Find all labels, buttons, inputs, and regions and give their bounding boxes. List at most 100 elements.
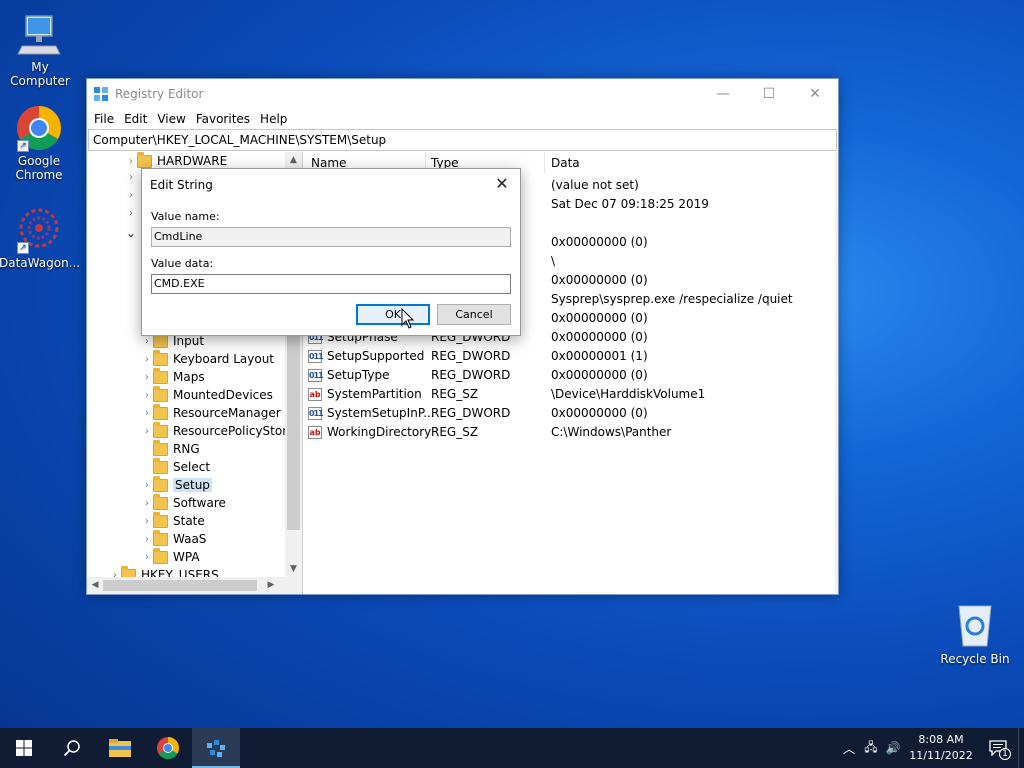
title-bar[interactable]: Registry Editor — ☐ ✕: [87, 79, 838, 109]
tree-item-rng[interactable]: RNG: [141, 439, 200, 458]
chevron-right-icon[interactable]: ›: [125, 190, 137, 201]
value-data: \Device\HarddiskVolume1: [551, 387, 706, 401]
values-vertical-scrollbar[interactable]: [835, 152, 838, 594]
menu-help[interactable]: Help: [255, 112, 292, 126]
tree-item-setup[interactable]: › Setup: [141, 475, 212, 494]
chevron-down-icon[interactable]: ⌄: [125, 226, 137, 240]
address-bar[interactable]: Computer\HKEY_LOCAL_MACHINE\SYSTEM\Setup: [88, 129, 837, 151]
tree-item-select[interactable]: Select: [141, 457, 210, 476]
recycle-bin-icon: [951, 602, 999, 650]
chevron-right-icon[interactable]: ›: [141, 426, 153, 437]
action-center-button[interactable]: 1: [978, 728, 1018, 768]
value-row-setupsupported[interactable]: 011 SetupSupported REG_DWORD 0x00000001 …: [303, 347, 838, 366]
chevron-right-icon[interactable]: ›: [141, 516, 153, 527]
value-row-setuptype[interactable]: 011 SetupType REG_DWORD 0x00000000 (0): [303, 366, 838, 385]
value-data-label: Value data:: [151, 257, 214, 270]
chevron-right-icon[interactable]: ›: [141, 372, 153, 383]
dialog-close-icon[interactable]: ✕: [492, 174, 512, 194]
value-name-field[interactable]: CmdLine: [151, 227, 511, 247]
scroll-right-arrow-icon[interactable]: ▶: [263, 577, 279, 594]
clock[interactable]: 8:08 AM 11/11/2022: [904, 732, 978, 764]
value-data: (value not set): [551, 178, 639, 192]
minimize-button[interactable]: —: [700, 79, 746, 109]
value-row-workingdirectory[interactable]: ab WorkingDirectory REG_SZ C:\Windows\Pa…: [303, 423, 838, 442]
taskbar-chrome[interactable]: [144, 728, 192, 768]
tree-item-resourcepolicystore[interactable]: › ResourcePolicyStore: [141, 421, 285, 440]
value-name: SetupType: [327, 368, 390, 382]
taskbar-file-explorer[interactable]: [96, 728, 144, 768]
show-desktop-button[interactable]: [1018, 728, 1024, 768]
chevron-right-icon[interactable]: ›: [141, 534, 153, 545]
tree-item-waas[interactable]: › WaaS: [141, 529, 207, 548]
dialog-title: Edit String: [150, 177, 213, 192]
value-data: Sat Dec 07 09:18:25 2019: [551, 197, 709, 211]
dialog-title-bar[interactable]: Edit String: [142, 169, 520, 200]
chevron-up-icon[interactable]: ︿: [838, 740, 860, 757]
tree-item-wpa[interactable]: › WPA: [141, 547, 200, 566]
tree-item-label: WaaS: [173, 532, 207, 546]
network-icon[interactable]: 🖧: [860, 738, 882, 759]
scroll-down-arrow-icon[interactable]: ▼: [285, 561, 302, 577]
maximize-button[interactable]: ☐: [746, 79, 792, 109]
chevron-right-icon[interactable]: ›: [141, 336, 153, 347]
edit-string-dialog: Edit String ✕ Value name: CmdLine Value …: [141, 168, 521, 336]
ok-button[interactable]: OK: [356, 304, 430, 325]
menu-file[interactable]: File: [89, 112, 119, 126]
tree-item-label: HARDWARE: [157, 154, 228, 168]
desktop-icon-recycle-bin[interactable]: Recycle Bin: [935, 602, 1015, 666]
chevron-right-icon[interactable]: ›: [141, 480, 153, 491]
folder-icon: [153, 367, 168, 384]
chevron-right-icon[interactable]: ›: [141, 498, 153, 509]
scroll-up-arrow-icon[interactable]: ▲: [285, 152, 302, 168]
chrome-icon: [157, 737, 179, 759]
volume-icon[interactable]: 🔊: [882, 741, 904, 755]
tree-item-resourcemanager[interactable]: › ResourceManager: [141, 403, 281, 422]
value-name: WorkingDirectory: [327, 425, 432, 439]
menu-edit[interactable]: Edit: [119, 112, 152, 126]
value-data: 0x00000000 (0): [551, 368, 648, 382]
registry-editor-icon: [93, 86, 109, 102]
value-row-systempartition[interactable]: ab SystemPartition REG_SZ \Device\Harddi…: [303, 385, 838, 404]
chevron-right-icon[interactable]: ›: [125, 208, 137, 219]
folder-icon: [153, 421, 168, 438]
value-data-field[interactable]: CMD.EXE: [151, 274, 511, 294]
chevron-right-icon[interactable]: ›: [141, 552, 153, 563]
column-header-data[interactable]: Data: [551, 156, 580, 170]
tree-item-mounteddevices[interactable]: › MountedDevices: [141, 385, 273, 404]
scrollbar-thumb[interactable]: [103, 580, 257, 591]
folder-icon: [137, 152, 152, 168]
chevron-right-icon[interactable]: ›: [109, 570, 121, 578]
tree-item-keyboard-layout[interactable]: › Keyboard Layout: [141, 349, 275, 368]
start-button[interactable]: [0, 728, 48, 768]
tree-item-hkey-users[interactable]: › HKEY_USERS: [109, 565, 219, 578]
tree-item-software[interactable]: › Software: [141, 493, 226, 512]
tree-item-label: MountedDevices: [173, 388, 273, 402]
tree-item-state[interactable]: › State: [141, 511, 205, 530]
chevron-right-icon[interactable]: ›: [125, 156, 137, 167]
tree-horizontal-scrollbar[interactable]: ◀ ▶: [87, 577, 302, 594]
chevron-right-icon[interactable]: ›: [141, 390, 153, 401]
window-title: Registry Editor: [115, 87, 204, 101]
folder-icon: [153, 331, 168, 348]
tree-item-label: State: [173, 514, 205, 528]
menu-favorites[interactable]: Favorites: [191, 112, 255, 126]
chevron-right-icon[interactable]: ›: [141, 408, 153, 419]
value-row-systemsetupinprogress[interactable]: 011 SystemSetupInP... REG_DWORD 0x000000…: [303, 404, 838, 423]
desktop-icon-google-chrome[interactable]: ↗ Google Chrome: [0, 104, 79, 182]
registry-editor-window: Registry Editor — ☐ ✕ File Edit View Fav…: [86, 78, 839, 595]
menu-bar: File Edit View Favorites Help: [87, 109, 838, 129]
desktop-icon-my-computer[interactable]: My Computer: [0, 10, 80, 88]
computer-icon: [16, 10, 64, 58]
scroll-left-arrow-icon[interactable]: ◀: [87, 577, 103, 594]
menu-view[interactable]: View: [152, 112, 190, 126]
chevron-right-icon[interactable]: ›: [125, 172, 137, 183]
chevron-right-icon[interactable]: ›: [141, 354, 153, 365]
taskbar-registry-editor[interactable]: [192, 728, 240, 768]
cancel-button[interactable]: Cancel: [437, 304, 511, 325]
tree-item-label: Keyboard Layout: [173, 352, 275, 366]
tree-item-maps[interactable]: › Maps: [141, 367, 205, 386]
close-button[interactable]: ✕: [792, 79, 838, 109]
desktop-icon-datawagon[interactable]: ↗ DataWagon...: [0, 206, 80, 270]
search-button[interactable]: [48, 728, 96, 768]
folder-icon: [153, 403, 168, 420]
